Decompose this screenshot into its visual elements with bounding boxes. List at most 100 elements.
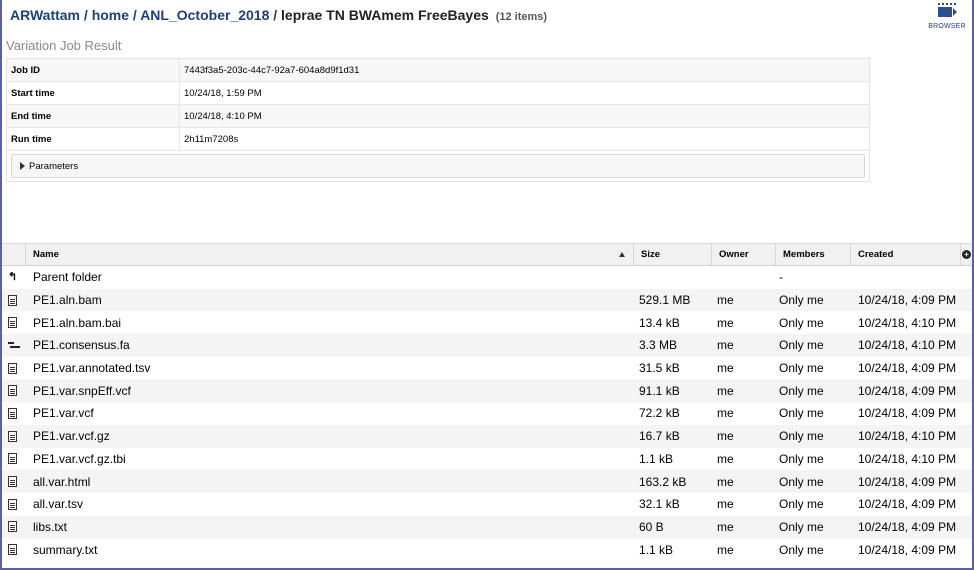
- file-created: 10/24/18, 4:10 PM: [858, 451, 957, 466]
- file-name: PE1.var.snpEff.vcf: [33, 383, 131, 398]
- header-members[interactable]: Members: [776, 244, 851, 265]
- parameters-wrapper: Parameters: [7, 151, 869, 181]
- document-icon: [8, 498, 17, 510]
- file-owner: me: [717, 542, 734, 557]
- caret-right-icon: [20, 162, 25, 170]
- document-icon: [8, 430, 17, 442]
- breadcrumb-home[interactable]: home: [92, 7, 129, 23]
- job-info-value: 7443f3a5-203c-44c7-92a7-604a8d9f1d31: [184, 64, 360, 76]
- file-owner: me: [717, 361, 734, 376]
- file-size: 72.2 kB: [639, 406, 680, 421]
- document-icon: [8, 521, 17, 533]
- file-name: summary.txt: [33, 542, 98, 557]
- parent-folder-row[interactable]: ↰ Parent folder -: [2, 266, 972, 289]
- file-created: 10/24/18, 4:10 PM: [858, 429, 957, 444]
- file-size: 32.1 kB: [639, 497, 680, 512]
- header-icon-column: [2, 244, 26, 265]
- file-name: PE1.var.annotated.tsv: [33, 361, 151, 376]
- table-row[interactable]: PE1.var.vcf.gz.tbi 1.1 kB me Only me 10/24/1…: [2, 448, 972, 471]
- job-info-value: 10/24/18, 1:59 PM: [184, 87, 262, 99]
- file-members: -: [779, 270, 783, 285]
- table-row[interactable]: libs.txt 60 B me Only me 10/24/18, 4:09 PM: [2, 515, 972, 539]
- file-name: all.var.html: [33, 474, 91, 489]
- file-members: Only me: [779, 519, 824, 534]
- breadcrumb-separator: /: [83, 7, 88, 23]
- file-owner: me: [717, 474, 734, 489]
- file-name: libs.txt: [33, 519, 68, 534]
- table-row[interactable]: PE1.var.vcf 72.2 kB me Only me 10/24/18, 4:0…: [2, 402, 972, 425]
- breadcrumb-separator: /: [273, 7, 278, 23]
- file-name: PE1.var.vcf.gz.tbi: [33, 451, 126, 466]
- file-created: 10/24/18, 4:09 PM: [858, 497, 957, 512]
- browser-button[interactable]: BROWSER: [926, 3, 968, 30]
- file-created: 10/24/18, 4:09 PM: [858, 542, 957, 557]
- file-members: Only me: [779, 361, 824, 376]
- file-created: 10/24/18, 4:10 PM: [858, 315, 957, 330]
- file-name: PE1.var.vcf.gz: [33, 429, 110, 444]
- table-row[interactable]: PE1.consensus.fa 3.3 MB me Only me 10/24/18,…: [2, 334, 972, 357]
- file-created: 10/24/18, 4:09 PM: [858, 519, 957, 534]
- file-name: PE1.aln.bam.bai: [33, 315, 122, 330]
- file-grid: Name Size Owner Members Created + ↰ Pare…: [2, 243, 972, 561]
- header-created[interactable]: Created: [851, 244, 961, 265]
- file-owner: me: [717, 497, 734, 512]
- document-icon: [8, 544, 17, 556]
- breadcrumb-separator: /: [132, 7, 137, 23]
- table-row[interactable]: PE1.var.snpEff.vcf 91.1 kB me Only me 10/24/…: [2, 379, 972, 403]
- breadcrumb-current: leprae TN BWAmem FreeBayes: [281, 7, 489, 23]
- table-row[interactable]: all.var.html 163.2 kB me Only me 10/24/18, 4…: [2, 470, 972, 493]
- parameters-toggle[interactable]: Parameters: [11, 154, 865, 178]
- file-size: 163.2 kB: [639, 474, 687, 489]
- file-name: all.var.tsv: [33, 497, 84, 512]
- table-row[interactable]: summary.txt 1.1 kB me Only me 10/24/18, 4:09…: [2, 538, 972, 561]
- file-created: 10/24/18, 4:09 PM: [858, 361, 957, 376]
- job-info-value: 2h11m7208s: [184, 133, 239, 145]
- document-icon: [8, 453, 17, 465]
- file-name: PE1.consensus.fa: [33, 338, 130, 353]
- table-row[interactable]: PE1.var.vcf.gz 16.7 kB me Only me 10/24/18, …: [2, 424, 972, 448]
- header-size[interactable]: Size: [634, 244, 712, 265]
- table-row[interactable]: PE1.aln.bam.bai 13.4 kB me Only me 10/24/18,…: [2, 311, 972, 334]
- file-members: Only me: [779, 338, 824, 353]
- file-owner: me: [717, 293, 734, 308]
- breadcrumb-user[interactable]: ARWattam: [10, 7, 80, 23]
- file-created: 10/24/18, 4:09 PM: [858, 406, 957, 421]
- file-owner: me: [717, 519, 734, 534]
- file-owner: me: [717, 383, 734, 398]
- file-owner: me: [717, 451, 734, 466]
- document-icon: [8, 294, 17, 306]
- section-title: Variation Job Result: [6, 38, 122, 53]
- file-created: 10/24/18, 4:10 PM: [858, 338, 957, 353]
- header-owner[interactable]: Owner: [712, 244, 776, 265]
- job-info-row: Job ID 7443f3a5-203c-44c7-92a7-604a8d9f1…: [7, 59, 869, 82]
- job-info-row: End time 10/24/18, 4:10 PM: [7, 105, 869, 128]
- file-size: 13.4 kB: [639, 315, 680, 330]
- file-owner: me: [717, 315, 734, 330]
- file-members: Only me: [779, 497, 824, 512]
- parent-folder-icon: ↰: [8, 271, 18, 283]
- table-row[interactable]: all.var.tsv 32.1 kB me Only me 10/24/18, 4:0…: [2, 493, 972, 516]
- job-info-key: Start time: [7, 82, 180, 104]
- table-row[interactable]: PE1.aln.bam 529.1 MB me Only me 10/24/18, 4:…: [2, 288, 972, 312]
- file-size: 60 B: [639, 519, 664, 534]
- job-info-row: Start time 10/24/18, 1:59 PM: [7, 82, 869, 105]
- parameters-label: Parameters: [29, 160, 79, 172]
- file-created: 10/24/18, 4:09 PM: [858, 383, 957, 398]
- file-name: PE1.aln.bam: [33, 293, 102, 308]
- file-size: 91.1 kB: [639, 383, 680, 398]
- file-members: Only me: [779, 315, 824, 330]
- file-created: 10/24/18, 4:09 PM: [858, 293, 957, 308]
- file-created: 10/24/18, 4:09 PM: [858, 474, 957, 489]
- file-owner: me: [717, 338, 734, 353]
- document-icon: [8, 407, 17, 419]
- column-hider-button[interactable]: +: [961, 244, 972, 265]
- breadcrumb-folder[interactable]: ANL_October_2018: [140, 7, 269, 23]
- document-icon: [8, 362, 17, 374]
- header-name[interactable]: Name: [26, 244, 634, 265]
- table-row[interactable]: PE1.var.annotated.tsv 31.5 kB me Only me 10/…: [2, 357, 972, 380]
- sort-ascending-icon: [619, 252, 625, 257]
- job-info-table: Job ID 7443f3a5-203c-44c7-92a7-604a8d9f1…: [6, 58, 870, 182]
- file-size: 529.1 MB: [639, 293, 691, 308]
- document-icon: [8, 317, 17, 329]
- browser-icon: [938, 3, 957, 17]
